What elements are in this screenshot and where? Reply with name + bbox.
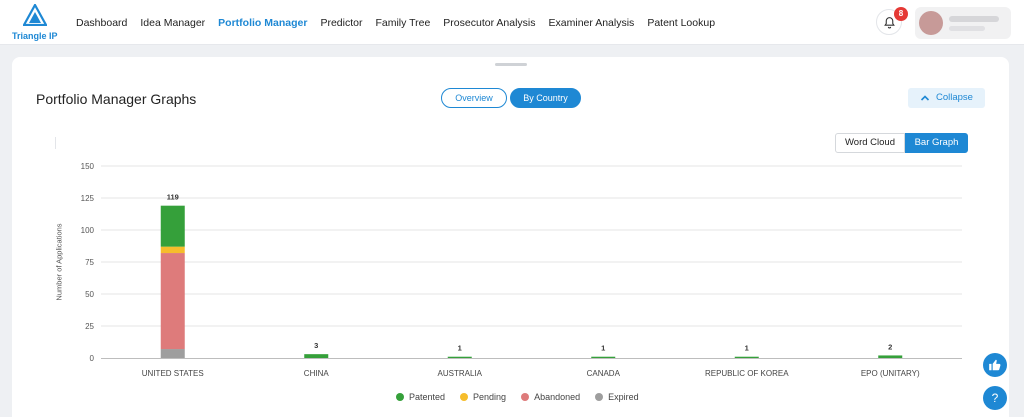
legend-label: Abandoned <box>534 392 581 402</box>
x-tick-label: UNITED STATES <box>142 369 204 378</box>
y-tick-label: 100 <box>81 226 95 235</box>
legend-item-abandoned[interactable]: Abandoned <box>521 392 580 402</box>
bar-total-label: 2 <box>888 342 892 351</box>
y-tick-label: 125 <box>81 194 95 203</box>
x-tick-label: CANADA <box>587 369 621 378</box>
question-mark-icon: ? <box>991 391 999 405</box>
bar-segment-pending <box>160 246 185 254</box>
bar-segment-abandoned <box>160 253 185 350</box>
y-tick-label: 50 <box>85 290 94 299</box>
bar-segment-patented <box>160 205 185 247</box>
bar-segment-expired <box>160 349 185 358</box>
thumbs-up-icon <box>989 359 1001 371</box>
legend-item-expired[interactable]: Expired <box>595 392 639 402</box>
bar-total-label: 1 <box>745 344 749 353</box>
y-tick-label: 150 <box>81 162 95 171</box>
legend-label: Expired <box>608 392 639 402</box>
legend-item-pending[interactable]: Pending <box>460 392 506 402</box>
bar-segment-patented <box>447 356 472 359</box>
bar-total-label: 119 <box>167 193 179 202</box>
y-tick-label: 75 <box>85 258 94 267</box>
bar-total-label: 1 <box>601 344 605 353</box>
x-tick-label: EPO (UNITARY) <box>861 369 920 378</box>
bar-segment-patented <box>304 354 329 358</box>
x-tick-label: REPUBLIC OF KOREA <box>705 369 789 378</box>
y-tick-label: 25 <box>85 322 94 331</box>
y-axis-title: Number of Applications <box>54 223 64 301</box>
legend-swatch <box>595 393 604 401</box>
y-tick-label: 0 <box>90 354 95 363</box>
feedback-button[interactable] <box>983 353 1007 377</box>
bar-total-label: 1 <box>458 344 462 353</box>
bar-segment-patented <box>591 356 616 359</box>
chart-legend: Patented Pending Abandoned Expired <box>396 392 654 402</box>
legend-label: Patented <box>409 392 446 402</box>
bar-segment-patented <box>878 355 903 358</box>
help-button[interactable]: ? <box>983 386 1007 410</box>
country-bar-chart: 0 25 50 75 100 125 150 119 UNITED STATES 3 CHINA 1 A… <box>81 162 962 378</box>
legend-item-patented[interactable]: Patented <box>396 392 445 402</box>
legend-swatch <box>521 393 530 401</box>
bar-total-label: 3 <box>314 341 318 350</box>
legend-swatch <box>396 393 404 401</box>
legend-swatch <box>460 393 469 401</box>
x-tick-label: CHINA <box>304 369 330 378</box>
bar-segment-patented <box>734 356 759 359</box>
x-tick-label: AUSTRALIA <box>438 369 483 378</box>
legend-label: Pending <box>473 392 507 402</box>
